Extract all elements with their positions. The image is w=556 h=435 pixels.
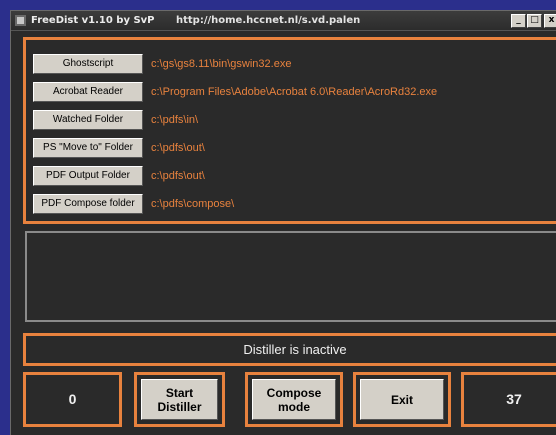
acrobat-reader-button[interactable]: Acrobat Reader — [33, 82, 143, 102]
exit-panel: Exit — [353, 372, 451, 427]
paths-panel: Ghostscript c:\gs\gs8.11\bin\gswin32.exe… — [23, 37, 556, 224]
ghostscript-path: c:\gs\gs8.11\bin\gswin32.exe — [151, 58, 292, 70]
pdf-output-folder-path: c:\pdfs\out\ — [151, 170, 205, 182]
start-distiller-panel: Start Distiller — [134, 372, 225, 427]
close-button[interactable]: x — [544, 14, 556, 28]
compose-mode-label-1: Compose — [266, 385, 322, 400]
title-bar[interactable]: FreeDist v1.10 by SvP http://home.hccnet… — [11, 11, 556, 31]
move-to-folder-button[interactable]: PS "Move to" Folder — [33, 138, 143, 158]
start-distiller-button[interactable]: Start Distiller — [141, 379, 218, 420]
minimize-button[interactable]: _ — [511, 14, 526, 28]
compose-mode-button[interactable]: Compose mode — [252, 379, 336, 420]
window-url: http://home.hccnet.nl/s.vd.palen — [176, 15, 361, 26]
status-panel: Distiller is inactive — [23, 333, 556, 366]
compose-mode-label-2: mode — [277, 399, 310, 414]
compose-mode-panel: Compose mode — [245, 372, 343, 427]
counter-right-panel: 37 — [461, 372, 556, 427]
pdf-output-folder-button[interactable]: PDF Output Folder — [33, 166, 143, 186]
move-to-folder-path: c:\pdfs\out\ — [151, 142, 205, 154]
window-title: FreeDist v1.10 by SvP — [31, 15, 155, 26]
exit-button[interactable]: Exit — [360, 379, 444, 420]
acrobat-reader-path: c:\Program Files\Adobe\Acrobat 6.0\Reade… — [151, 86, 438, 98]
maximize-button[interactable]: □ — [527, 14, 542, 28]
counter-right: 37 — [506, 391, 522, 407]
pdf-compose-folder-button[interactable]: PDF Compose folder — [33, 194, 143, 214]
start-distiller-label-2: Distiller — [157, 399, 202, 414]
counter-left: 0 — [68, 391, 77, 407]
app-window: FreeDist v1.10 by SvP http://home.hccnet… — [10, 10, 556, 435]
status-text: Distiller is inactive — [243, 342, 347, 357]
ghostscript-button[interactable]: Ghostscript — [33, 54, 143, 74]
start-distiller-label-1: Start — [165, 385, 194, 400]
counter-left-panel: 0 — [23, 372, 122, 427]
pdf-compose-folder-path: c:\pdfs\compose\ — [151, 198, 235, 210]
app-icon — [15, 15, 26, 26]
watched-folder-path: c:\pdfs\in\ — [151, 114, 199, 126]
log-area[interactable] — [25, 231, 556, 322]
watched-folder-button[interactable]: Watched Folder — [33, 110, 143, 130]
